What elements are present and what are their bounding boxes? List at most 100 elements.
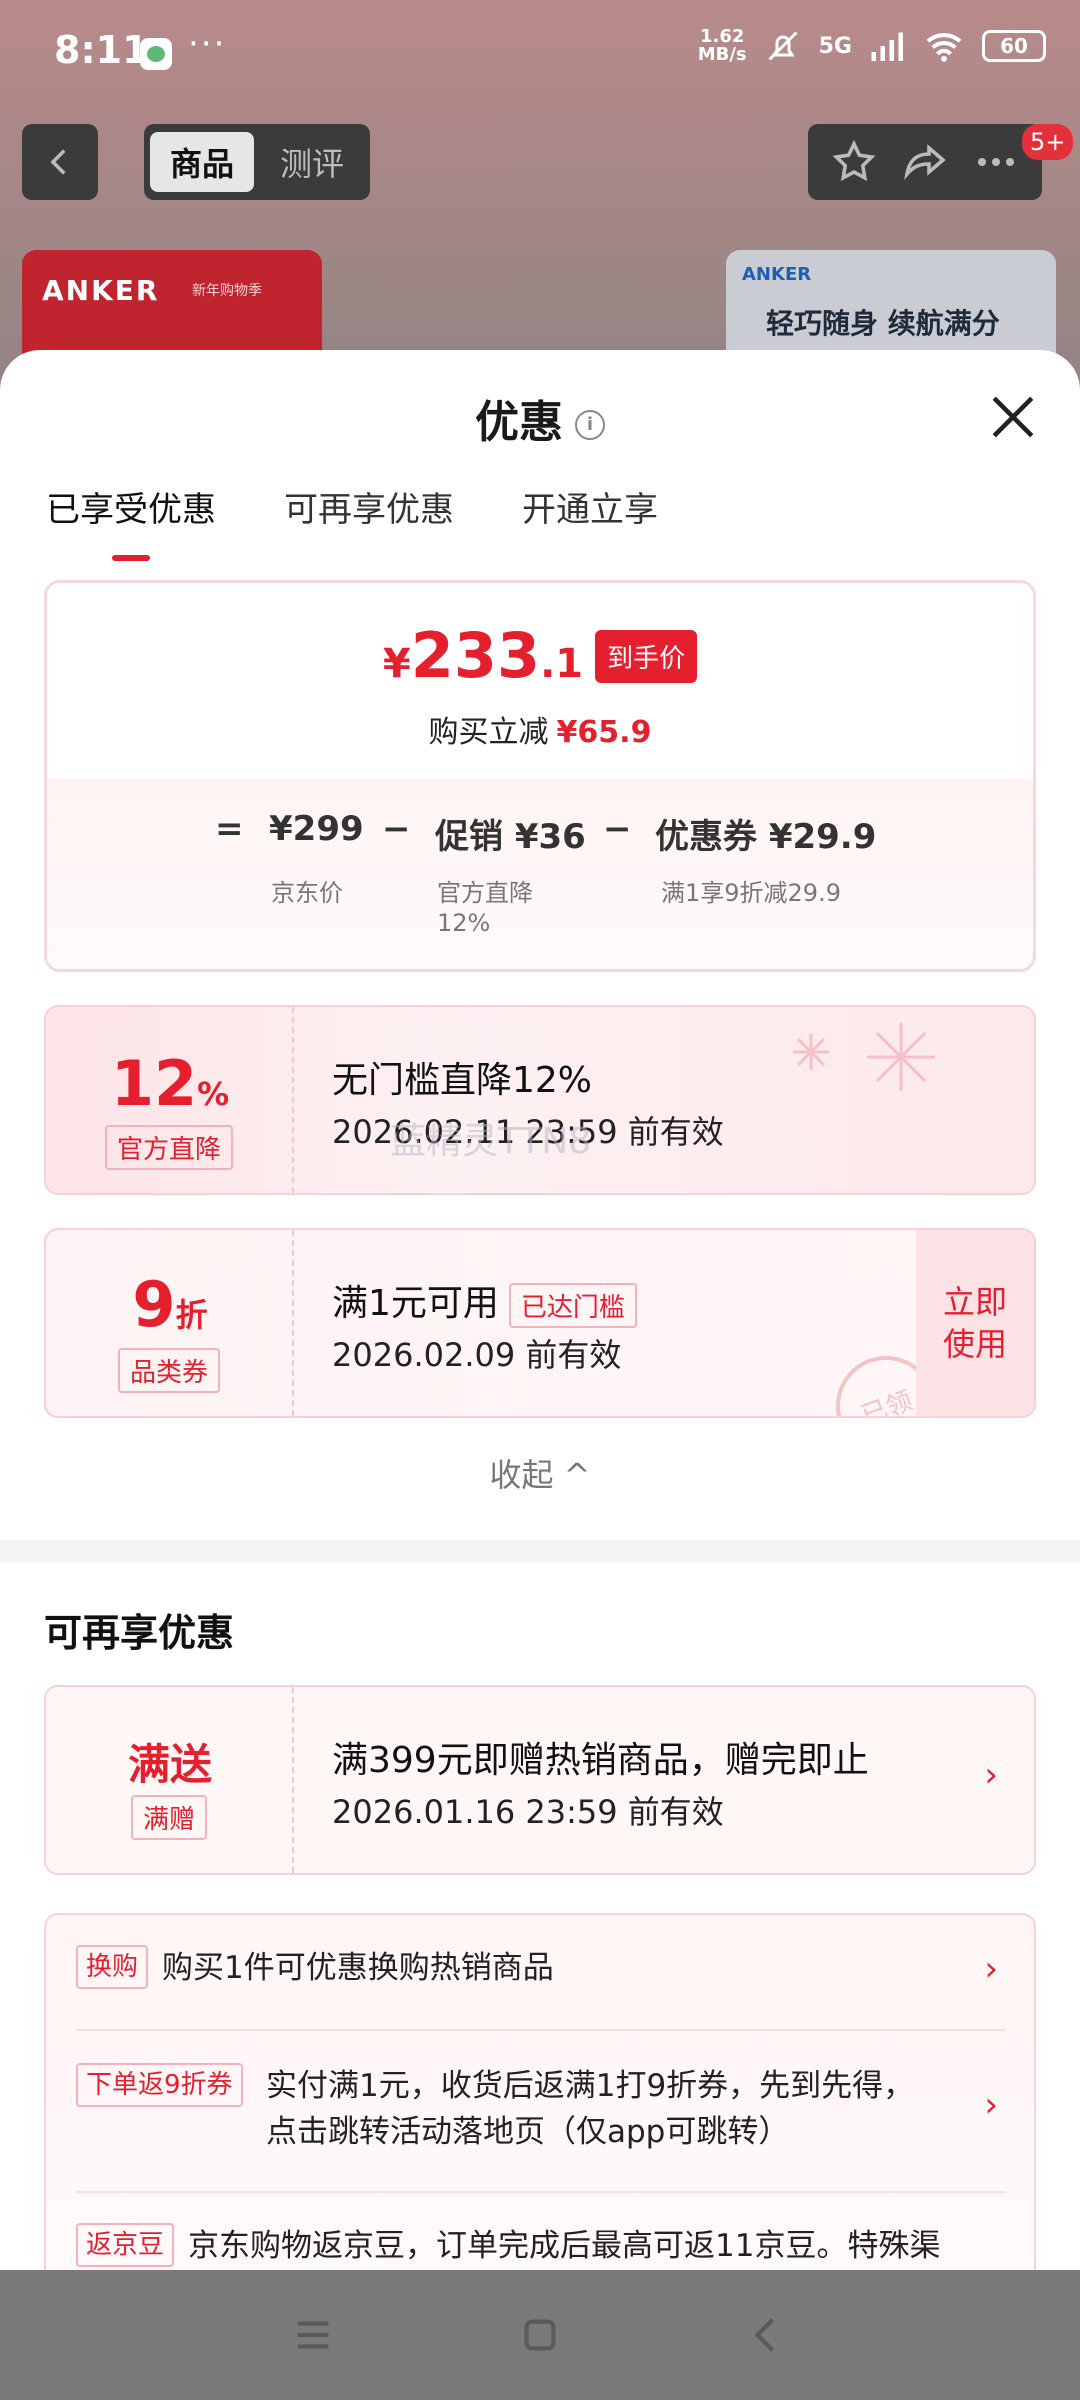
- gift-title: 满399元即赠热销商品，赠完即止: [332, 1740, 869, 1781]
- status-bar: 8:11 ··· 1.62 MB/s 5G 60: [0, 0, 1080, 108]
- list-item-return-coupon[interactable]: 下单返9折券 实付满1元，收货后返满1打9折券，先到先得， 点击跳转活动落地页（仅…: [76, 2063, 1006, 2155]
- tab-enjoyed[interactable]: 已享受优惠: [46, 482, 216, 531]
- coupon-value: 12%: [46, 1047, 294, 1120]
- coupon-left-panel: 12% 官方直降: [46, 1007, 294, 1193]
- coupon-left-panel: 9折 品类券: [46, 1230, 294, 1416]
- coupon-title: 无门槛直降12%: [332, 1060, 593, 1101]
- sheet-title-text: 优惠: [475, 397, 563, 448]
- jd-price: ¥299: [269, 809, 364, 849]
- share-icon[interactable]: [901, 138, 949, 186]
- tab-more[interactable]: 可再享优惠: [284, 482, 454, 531]
- promo-label-line2: 12%: [437, 909, 491, 937]
- signal-icon: [871, 32, 903, 61]
- promo-amount: 促销 ¥36: [435, 817, 586, 857]
- coupon-value-number: 9: [132, 1268, 176, 1341]
- coupon-amount: 优惠券 ¥29.9: [655, 817, 877, 857]
- coupon-label: 满1享9折减29.9: [661, 879, 841, 907]
- price-row: ¥233.1 到手价: [47, 625, 1033, 695]
- list-item-exchange[interactable]: 换购 购买1件可优惠换购热销商品: [76, 1945, 1006, 1991]
- list-divider: [76, 2191, 1006, 2193]
- message-badge: 5+: [1022, 124, 1074, 160]
- minus-sign-1: −: [382, 809, 411, 849]
- home-icon[interactable]: [517, 2312, 563, 2358]
- equals-sign: =: [215, 809, 244, 849]
- status-time: 8:11: [54, 28, 149, 72]
- reduce-label: 购买立减: [428, 715, 549, 750]
- coupon-type-label: 官方直降: [104, 1125, 234, 1170]
- instant-reduction: 购买立减 ¥65.9: [47, 707, 1033, 751]
- official-discount-coupon: 12% 官方直降 无门槛直降12% 2026.02.11 23:59 前有效: [44, 1005, 1036, 1195]
- coupon-expiry: 2026.02.09 前有效: [332, 1336, 622, 1374]
- status-right: 1.62 MB/s 5G 60: [698, 28, 1046, 64]
- gift-big-label: 满送: [127, 1740, 212, 1789]
- chevron-right-icon: ›: [984, 2085, 998, 2125]
- list-item-jd-beans[interactable]: 返京豆 京东购物返京豆，订单完成后最高可返11京豆。特殊渠: [76, 2223, 1006, 2269]
- promo-right-slogan: 轻巧随身 续航满分: [766, 307, 1000, 340]
- star-icon[interactable]: [830, 138, 878, 186]
- more-offers-list: 换购 购买1件可优惠换购热销商品 › 下单返9折券 实付满1元，收货后返满1打9折…: [44, 1913, 1036, 2270]
- net-speed-unit: MB/s: [697, 44, 747, 65]
- promo-right-brand: ANKER: [742, 264, 812, 285]
- close-icon[interactable]: [988, 392, 1038, 442]
- tab-product[interactable]: 商品: [150, 132, 254, 192]
- collapse-label: 收起 ^: [489, 1456, 591, 1494]
- price-decimal: .1: [540, 641, 584, 687]
- product-topbar: 商品 测评: [0, 124, 1080, 204]
- offer-text: 实付满1元，收货后返满1打9折券，先到先得， 点击跳转活动落地页（仅app可跳转）: [266, 2063, 1006, 2155]
- discount-tabs: 已享受优惠 可再享优惠 开通立享: [46, 482, 658, 531]
- watermark: 蓝精灵TTN8: [390, 1121, 592, 1162]
- tab-subscribe[interactable]: 开通立享: [522, 482, 658, 531]
- product-review-switch: 商品 测评: [144, 124, 370, 200]
- section-divider: [0, 1540, 1080, 1562]
- menu-icon[interactable]: [290, 2312, 336, 2358]
- reduce-value: ¥65.9: [556, 715, 652, 750]
- back-icon: [50, 149, 66, 175]
- tab-review[interactable]: 测评: [260, 139, 364, 185]
- coupon-value-number: 12: [110, 1047, 198, 1120]
- back-button[interactable]: [22, 124, 98, 200]
- coupon-title-text: 满1元可用: [332, 1283, 499, 1324]
- promo-left-brand: ANKER: [42, 274, 160, 307]
- battery-icon: 60: [982, 30, 1046, 62]
- list-divider: [76, 2029, 1006, 2031]
- firework-decoration: [793, 1023, 935, 1091]
- threshold-badge: 已达门槛: [508, 1282, 637, 1328]
- price-tag: 到手价: [595, 630, 698, 683]
- wifi-icon: [926, 33, 962, 62]
- offer-tag: 下单返9折券: [76, 2063, 243, 2107]
- chevron-right-icon: ›: [984, 1755, 998, 1795]
- sheet-title: 优惠 i: [0, 386, 1080, 450]
- nav-back-icon[interactable]: [744, 2312, 790, 2358]
- jd-price-label: 京东价: [271, 879, 343, 907]
- network-type: 5G: [818, 33, 852, 59]
- wechat-icon: [140, 38, 172, 70]
- category-coupon: 9折 品类券 满1元可用 已达门槛 2026.02.09 前有效 已领 立即 使用: [44, 1228, 1036, 1418]
- offer-tag: 换购: [76, 1945, 149, 1989]
- gift-expiry: 2026.01.16 23:59 前有效: [332, 1793, 724, 1831]
- price-breakdown: = ¥299 − 促销 ¥36 − 优惠券 ¥29.9 京东价 官方直降 12%…: [47, 779, 1033, 969]
- offer-text-line1: 实付满1元，收货后返满1打9折券，先到先得，: [266, 2068, 915, 2104]
- final-price-card: ¥233.1 到手价 购买立减 ¥65.9 = ¥299 − 促销 ¥36 − 优…: [44, 580, 1036, 972]
- use-now-button[interactable]: 立即 使用: [916, 1230, 1034, 1416]
- coupon-value-unit: %: [197, 1075, 230, 1113]
- mute-icon: [768, 31, 798, 61]
- currency-symbol: ¥: [382, 641, 411, 687]
- info-icon[interactable]: i: [575, 410, 605, 440]
- more-section-title: 可再享优惠: [44, 1611, 235, 1655]
- gift-type-label: 满赠: [130, 1795, 208, 1840]
- action-group: [808, 124, 1042, 200]
- more-icon[interactable]: [972, 138, 1020, 186]
- net-speed: 1.62 MB/s: [698, 28, 747, 64]
- use-now-label: 立即 使用: [943, 1281, 1007, 1365]
- offer-text-line2: 点击跳转活动落地页（仅app可跳转）: [266, 2114, 790, 2150]
- discount-sheet: 优惠 i 已享受优惠 可再享优惠 开通立享 ¥233.1 到手价 购买立减 ¥65.…: [0, 350, 1080, 2270]
- coupon-left-panel: 满送 满赠: [46, 1687, 294, 1873]
- final-price: ¥233.1: [383, 625, 583, 695]
- status-more-dots: ···: [188, 24, 227, 64]
- system-navbar: [0, 2270, 1080, 2400]
- use-now-line2: 使用: [942, 1325, 1007, 1363]
- gift-promotion[interactable]: 满送 满赠 满399元即赠热销商品，赠完即止 2026.01.16 23:59 …: [44, 1685, 1036, 1875]
- promo-label-line1: 官方直降: [437, 879, 533, 907]
- collapse-button[interactable]: 收起 ^: [0, 1450, 1080, 1496]
- offer-tag: 返京豆: [76, 2223, 175, 2267]
